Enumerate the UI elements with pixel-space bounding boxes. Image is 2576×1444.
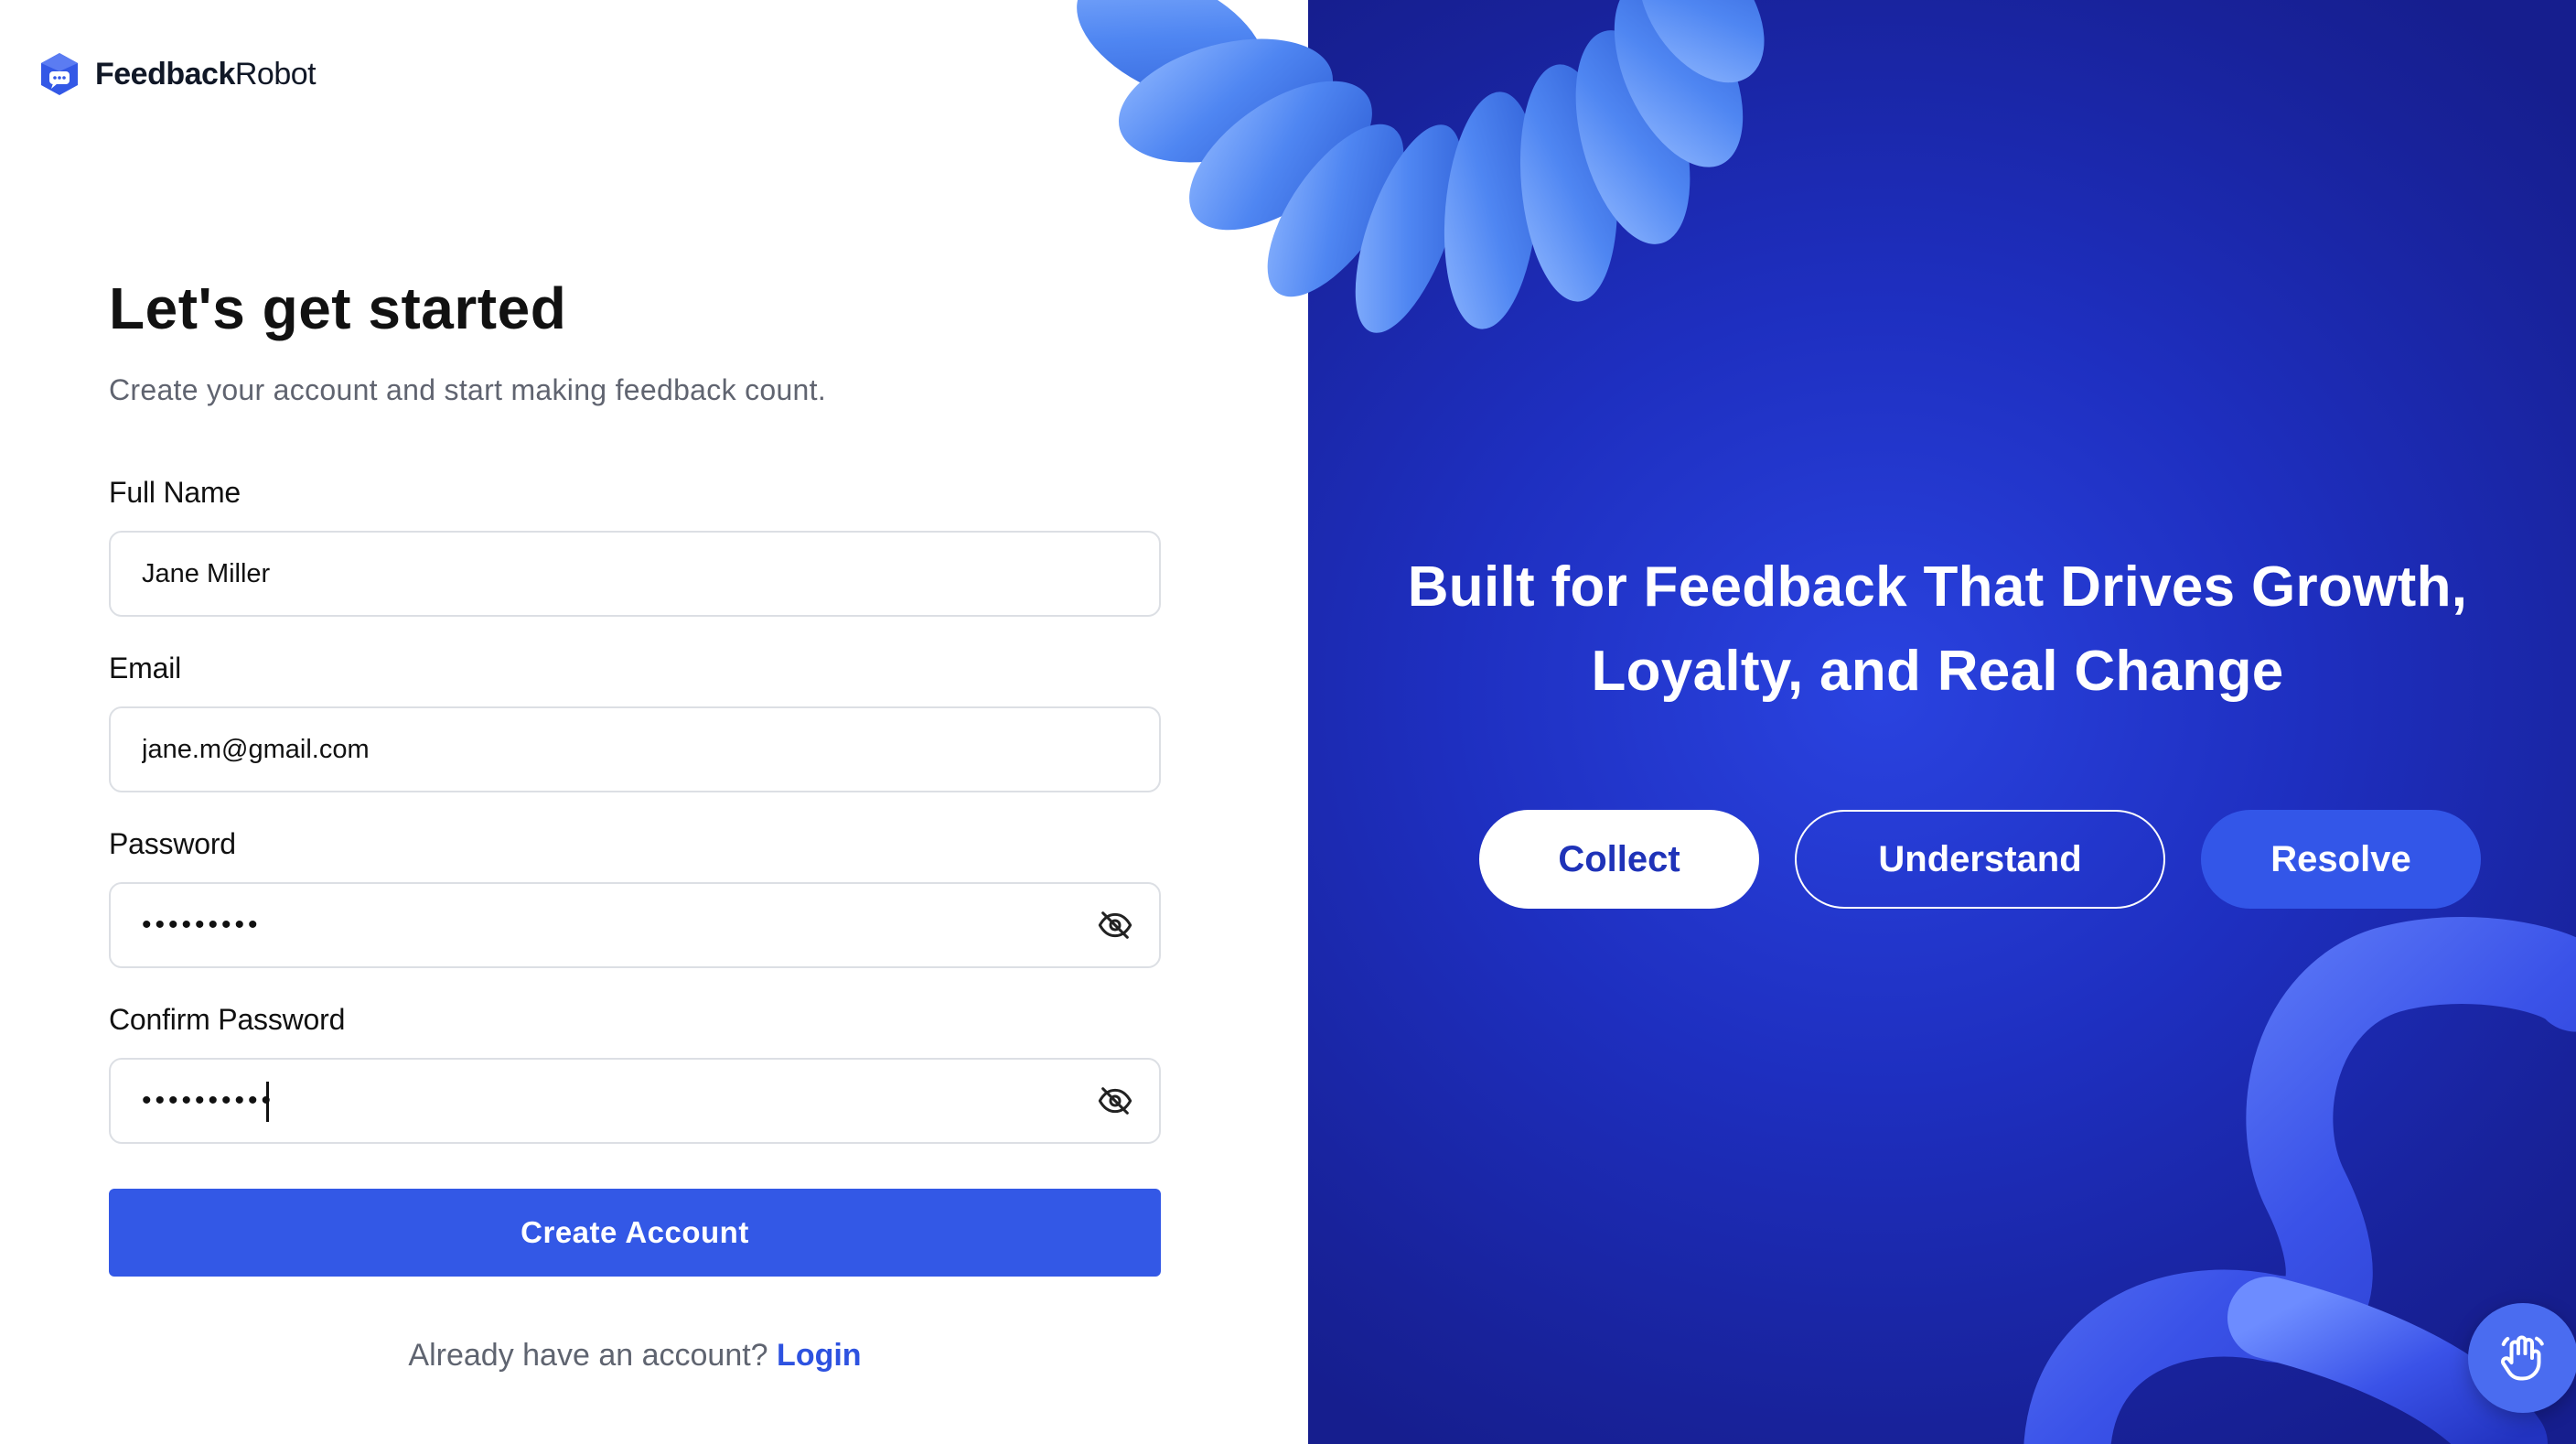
pill-understand[interactable]: Understand <box>1795 810 2165 909</box>
password-label: Password <box>109 827 236 860</box>
waving-hand-icon <box>2501 1335 2544 1381</box>
pill-collect[interactable]: Collect <box>1479 810 1759 909</box>
hero-panel: Built for Feedback That Drives Growth, L… <box>1308 0 2576 1444</box>
hero-headline: Built for Feedback That Drives Growth, L… <box>1308 545 2576 714</box>
feedbackrobot-logo-icon <box>41 53 78 95</box>
text-caret <box>266 1082 269 1122</box>
pill-resolve[interactable]: Resolve <box>2201 810 2481 909</box>
login-link[interactable]: Login <box>777 1338 862 1373</box>
eye-off-icon <box>1098 1087 1132 1115</box>
password-input[interactable] <box>142 884 1057 966</box>
create-account-button[interactable]: Create Account <box>109 1189 1161 1277</box>
password-visibility-toggle[interactable] <box>1097 907 1133 943</box>
signup-panel: FeedbackRobot Let's get started Create y… <box>0 0 1308 1444</box>
confirm-password-field-box <box>109 1058 1161 1144</box>
email-input[interactable] <box>142 708 1057 791</box>
login-prompt-line: Already have an account? Login <box>109 1338 1161 1374</box>
brand-name-bold: Feedback <box>95 56 235 92</box>
login-prompt-text: Already have an account? <box>408 1338 768 1373</box>
password-field-box <box>109 882 1161 968</box>
full-name-field-box <box>109 531 1161 617</box>
page-title: Let's get started <box>109 275 567 341</box>
confirm-password-input[interactable] <box>142 1060 1057 1142</box>
page-subtitle: Create your account and start making fee… <box>109 373 827 406</box>
confirm-password-visibility-toggle[interactable] <box>1097 1083 1133 1119</box>
full-name-label: Full Name <box>109 476 242 509</box>
chat-widget-button[interactable] <box>2468 1303 2576 1413</box>
eye-off-icon <box>1098 911 1132 939</box>
confirm-password-label: Confirm Password <box>109 1003 346 1036</box>
brand-logo[interactable]: FeedbackRobot <box>37 51 317 97</box>
hero-headline-line-2: Loyalty, and Real Change <box>1591 640 2284 703</box>
hero-headline-line-1: Built for Feedback That Drives Growth, <box>1407 555 2468 619</box>
email-label: Email <box>109 652 182 684</box>
full-name-input[interactable] <box>142 533 1057 615</box>
brand-name: FeedbackRobot <box>95 56 317 92</box>
email-field-box <box>109 706 1161 792</box>
brand-name-light: Robot <box>234 56 317 92</box>
